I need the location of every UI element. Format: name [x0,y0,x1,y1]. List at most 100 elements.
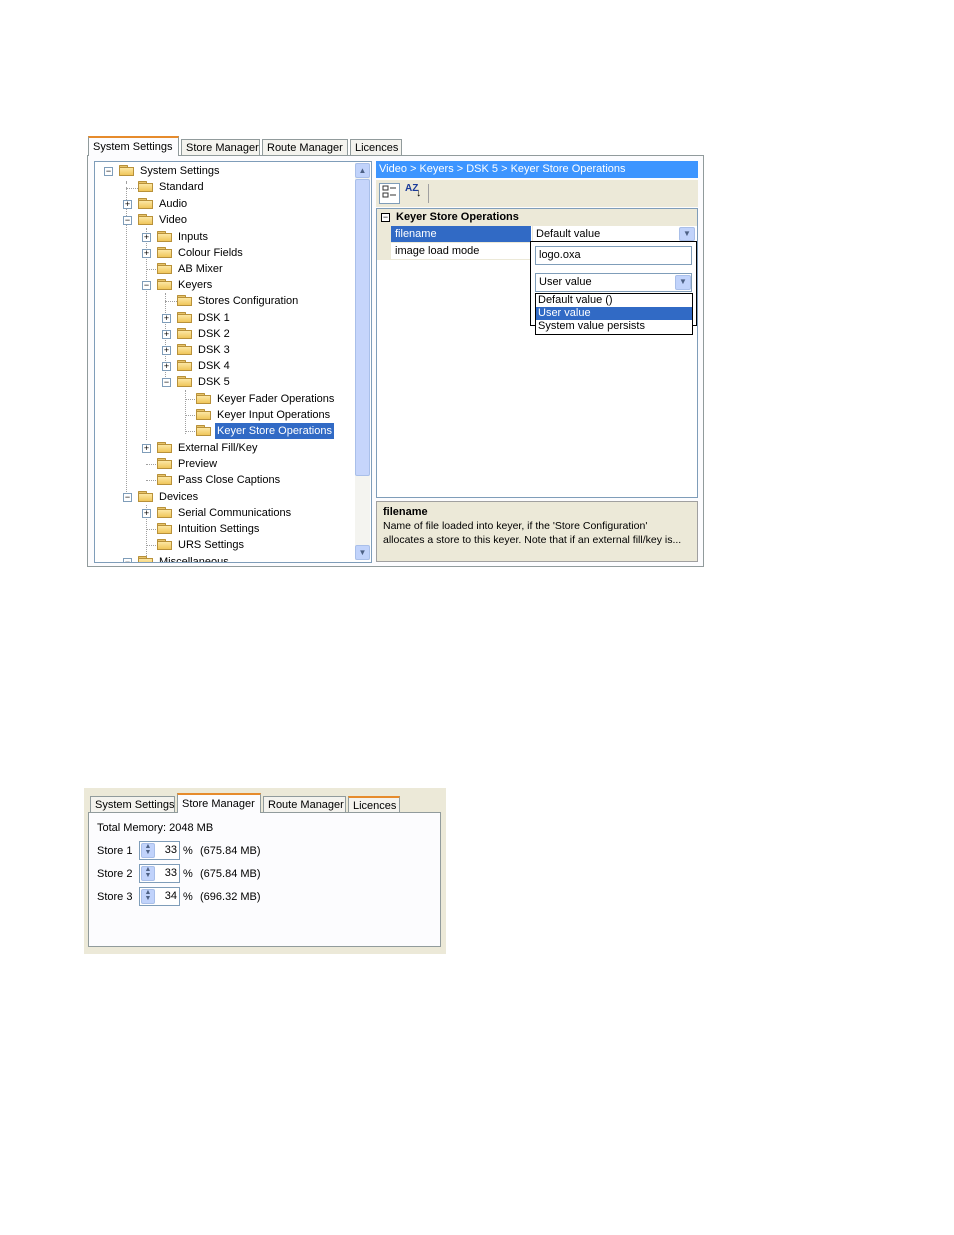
alphabetical-sort-icon[interactable]: AZ ↓ [403,183,425,204]
scrollbar-thumb[interactable] [355,179,370,476]
mode-select[interactable]: User value ▼ [535,273,692,292]
mode-options-list[interactable]: Default value () User value System value… [535,293,693,335]
folder-icon [177,376,193,388]
tree-item-label: Devices [159,491,199,503]
tab-licences[interactable]: Licences [350,139,402,156]
option-system-value-persists[interactable]: System value persists [536,320,692,333]
sort-arrow-icon: ↓ [416,187,422,199]
tree-item-label: DSK 3 [198,344,230,356]
tree-scrollbar[interactable]: ▲ ▼ [355,163,370,560]
folder-icon [157,523,173,535]
expand-icon[interactable]: + [162,362,171,371]
tree-item-label: DSK 1 [198,312,230,324]
description-title: filename [383,506,428,518]
store-3-stepper[interactable]: ▲ ▼ 34 [139,887,180,906]
categorized-view-icon[interactable] [379,183,400,204]
tab-licences[interactable]: Licences [348,796,400,813]
chevron-down-icon[interactable]: ▼ [679,227,695,241]
expand-icon[interactable]: + [162,346,171,355]
folder-icon [157,231,173,243]
row-margin [377,243,391,259]
expand-icon[interactable]: + [162,330,171,339]
tree-item-label: Audio [159,198,188,210]
folder-icon [157,247,173,259]
tree-item-label: Keyers [178,279,213,291]
filename-input[interactable]: logo.oxa [535,246,692,265]
option-user-value[interactable]: User value [536,307,692,320]
percent-sign: % [183,891,193,903]
store-label: Store 2 [97,868,133,880]
expand-icon[interactable]: + [142,249,151,258]
tab-route-manager[interactable]: Route Manager [263,796,346,813]
collapse-icon[interactable]: − [123,558,132,562]
store-1-stepper[interactable]: ▲ ▼ 33 [139,841,180,860]
store-size: (696.32 MB) [200,891,261,903]
percent-sign: % [183,868,193,880]
tab-system-settings[interactable]: System Settings [90,796,175,813]
tree-item-label: Pass Close Captions [178,474,281,486]
expand-icon[interactable]: + [142,444,151,453]
property-value-combo[interactable]: Default value ▼ [532,226,697,242]
expand-icon[interactable]: + [142,233,151,242]
chevron-down-icon[interactable]: ▼ [675,275,691,290]
tab-store-manager[interactable]: Store Manager [177,793,261,813]
collapse-icon[interactable]: − [104,167,113,176]
folder-icon [177,344,193,356]
tree-connector [146,228,147,440]
tree-item-label: Keyer Input Operations [217,409,331,421]
tree-item-label: Inputs [178,231,208,243]
property-name[interactable]: filename [391,226,531,242]
store-label: Store 1 [97,845,133,857]
expand-icon[interactable]: + [162,314,171,323]
panel1-tab-strip: System Settings Store Manager Route Mana… [88,136,404,156]
tree-item-label: URS Settings [178,539,245,551]
folder-icon [177,328,193,340]
tree-item-label: DSK 2 [198,328,230,340]
folder-icon [138,556,154,562]
folder-icon [157,442,173,454]
folder-icon [196,393,212,405]
row-margin [377,226,391,242]
scroll-up-icon[interactable]: ▲ [355,163,370,178]
stepper-arrows-icon[interactable]: ▲ ▼ [141,843,155,858]
store-2-stepper[interactable]: ▲ ▼ 33 [139,864,180,883]
folder-icon [138,214,154,226]
property-value: Default value [536,228,601,240]
folder-icon [196,425,212,437]
tree-item-label: Colour Fields [178,247,243,259]
tree-item-label: System Settings [140,165,220,177]
collapse-icon[interactable]: − [381,213,390,222]
folder-icon [157,458,173,470]
mode-select-value: User value [539,276,592,288]
folder-icon [138,491,154,503]
property-name[interactable]: image load mode [391,243,531,259]
collapse-icon[interactable]: − [162,378,171,387]
value-editor-popup[interactable]: logo.oxa User value ▼ Default value () U… [530,241,697,335]
toolbar-divider [428,184,429,203]
folder-icon [157,539,173,551]
stepper-arrows-icon[interactable]: ▲ ▼ [141,866,155,881]
folder-icon [177,295,193,307]
option-default-value[interactable]: Default value () [536,294,692,307]
settings-tree[interactable]: − System Settings Standard + Audio − Vid… [94,161,372,563]
stepper-arrows-icon[interactable]: ▲ ▼ [141,889,155,904]
tree-item-label: DSK 4 [198,360,230,372]
tree-connector [185,390,186,434]
tab-system-settings[interactable]: System Settings [88,136,179,156]
store-size: (675.84 MB) [200,845,261,857]
scroll-down-icon[interactable]: ▼ [355,545,370,560]
collapse-icon[interactable]: − [123,493,132,502]
store-label: Store 3 [97,891,133,903]
categorized-icon [382,185,396,198]
collapse-icon[interactable]: − [123,216,132,225]
tree-item-label: Miscellaneous [159,556,229,563]
expand-icon[interactable]: + [123,200,132,209]
collapse-icon[interactable]: − [142,281,151,290]
tree-item-label: Stores Configuration [198,295,299,307]
folder-icon [177,312,193,324]
category-row[interactable]: − Keyer Store Operations [377,209,697,226]
description-line: Name of file loaded into keyer, if the '… [383,520,648,532]
tab-route-manager[interactable]: Route Manager [262,139,348,156]
tab-store-manager[interactable]: Store Manager [181,139,260,156]
expand-icon[interactable]: + [142,509,151,518]
